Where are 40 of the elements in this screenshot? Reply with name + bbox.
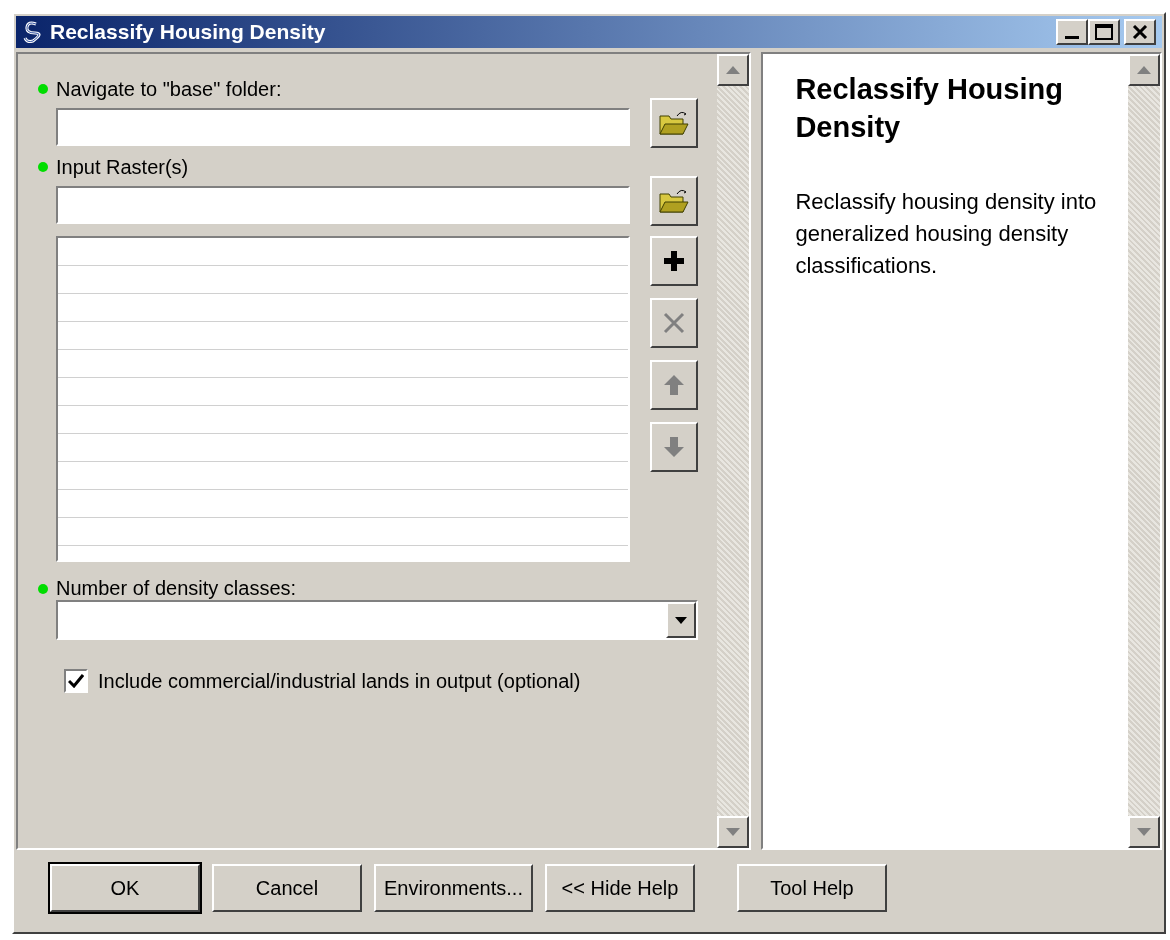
tool-help-button[interactable]: Tool Help xyxy=(736,864,887,912)
list-tool-button[interactable] xyxy=(650,236,698,286)
dialog-button[interactable]: << Hide Help xyxy=(544,864,695,912)
parameter-label: Input Raster(s) xyxy=(56,155,189,180)
browse-button[interactable] xyxy=(650,176,698,226)
scroll-up-button[interactable] xyxy=(717,54,750,86)
scroll-down-button[interactable] xyxy=(1128,816,1160,848)
arrow-up-icon xyxy=(662,373,686,397)
folder-icon xyxy=(659,188,689,214)
plus-icon xyxy=(662,249,686,273)
caret-icon xyxy=(675,616,687,624)
scroll-down-arrow-icon xyxy=(726,828,741,836)
window-title: Reclassify Housing Density xyxy=(50,19,327,46)
checkbox[interactable] xyxy=(64,669,88,693)
help-text: Reclassify housing density into generalized housing density classifications. xyxy=(795,188,1098,280)
close-icon xyxy=(1132,25,1148,39)
path-field[interactable] xyxy=(56,186,630,224)
parameter-label: Number of density classes: xyxy=(56,576,297,600)
scroll-up-button[interactable] xyxy=(1128,54,1160,86)
dialog-button[interactable]: Environments... xyxy=(374,864,533,912)
path-field[interactable] xyxy=(56,108,630,146)
browse-button[interactable] xyxy=(650,98,698,148)
close-icon xyxy=(662,311,686,335)
folder-icon xyxy=(659,110,689,136)
scroll-down-button[interactable] xyxy=(717,816,750,848)
minimize-button[interactable] xyxy=(1056,19,1088,45)
scroll-up-arrow-icon xyxy=(1137,66,1151,74)
dialog-button[interactable]: Cancel xyxy=(212,864,362,912)
dropdown-field[interactable] xyxy=(56,600,698,640)
parameter-label: Navigate to "base" folder: xyxy=(56,77,282,102)
help-title: Reclassify Housing Density xyxy=(795,72,1064,145)
maximize-button[interactable] xyxy=(1088,19,1120,45)
checkmark-icon xyxy=(68,674,84,688)
close-button[interactable] xyxy=(1124,19,1156,45)
arrow-down-icon xyxy=(662,435,686,459)
dialog-button[interactable]: OK xyxy=(50,864,200,912)
checkbox-label: Include commercial/industrial lands in output (optional) xyxy=(98,669,581,694)
scroll-down-arrow-icon xyxy=(1137,828,1151,836)
scroll-up-arrow-icon xyxy=(726,66,741,74)
tool-script-icon xyxy=(22,21,42,43)
